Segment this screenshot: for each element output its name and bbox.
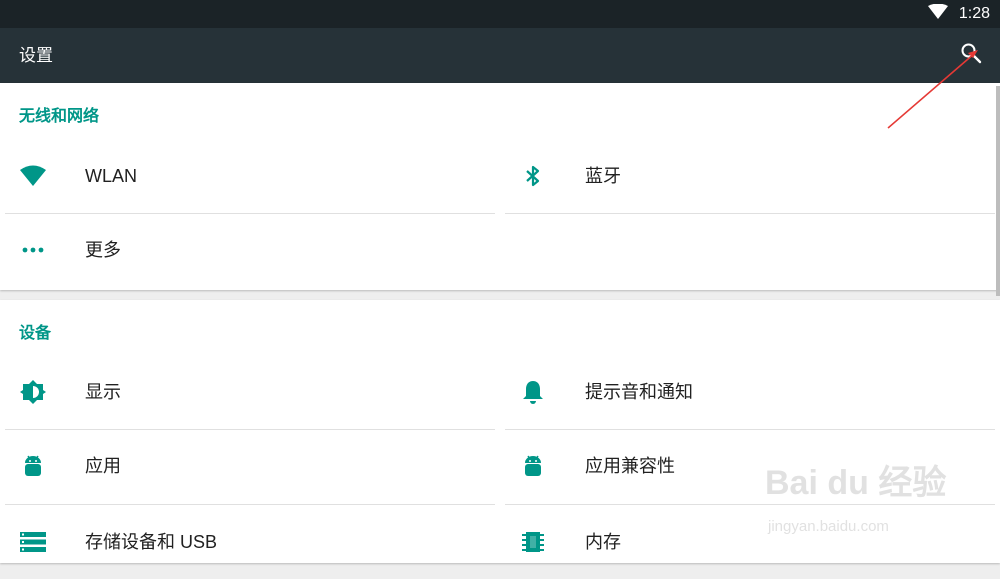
settings-item-label: 应用兼容性: [585, 456, 675, 476]
memory-chip-icon: [519, 529, 547, 555]
status-right: 1:28: [927, 0, 990, 28]
android-icon: [19, 453, 47, 479]
settings-item-storage-usb[interactable]: 存储设备和 USB: [5, 505, 495, 579]
settings-item-apps[interactable]: 应用: [5, 429, 495, 503]
android-icon: [519, 453, 547, 479]
scrollbar[interactable]: [996, 86, 1000, 296]
brightness-icon: [19, 379, 47, 405]
storage-icon: [19, 529, 47, 555]
settings-item-label: 更多: [85, 240, 121, 260]
divider: [505, 213, 995, 214]
watermark-url: jingyan.baidu.com: [768, 518, 889, 535]
section-title-device: 设备: [19, 325, 52, 342]
wifi-status-icon: [927, 3, 949, 25]
settings-item-label: 应用: [85, 456, 121, 476]
settings-item-memory[interactable]: 内存: [505, 505, 995, 579]
wireless-network-section: 无线和网络 WLAN 蓝牙 更多: [0, 83, 1000, 290]
section-title-wireless: 无线和网络: [19, 108, 100, 125]
search-icon: [960, 42, 982, 69]
settings-item-wlan[interactable]: WLAN: [5, 139, 495, 213]
app-bar: 设置: [0, 28, 1000, 83]
bell-icon: [519, 379, 547, 405]
settings-item-label: 提示音和通知: [585, 382, 693, 402]
status-time: 1:28: [958, 5, 990, 22]
settings-item-more[interactable]: 更多: [5, 213, 495, 287]
settings-item-label: 内存: [585, 532, 621, 552]
settings-item-label: 存储设备和 USB: [85, 532, 218, 552]
settings-item-sound-notification[interactable]: 提示音和通知: [505, 355, 995, 429]
page-title: 设置: [19, 46, 53, 65]
wifi-icon: [19, 163, 47, 189]
settings-item-display[interactable]: 显示: [5, 355, 495, 429]
more-dots-icon: [19, 237, 47, 263]
settings-item-label: 蓝牙: [585, 166, 621, 186]
settings-item-label: WLAN: [85, 166, 138, 186]
status-bar: 1:28: [0, 0, 1000, 28]
settings-item-label: 显示: [85, 382, 121, 402]
settings-item-bluetooth[interactable]: 蓝牙: [505, 139, 995, 213]
search-button[interactable]: [958, 42, 984, 68]
watermark-brand: Bai du 经验: [765, 464, 947, 502]
bluetooth-icon: [519, 163, 547, 189]
